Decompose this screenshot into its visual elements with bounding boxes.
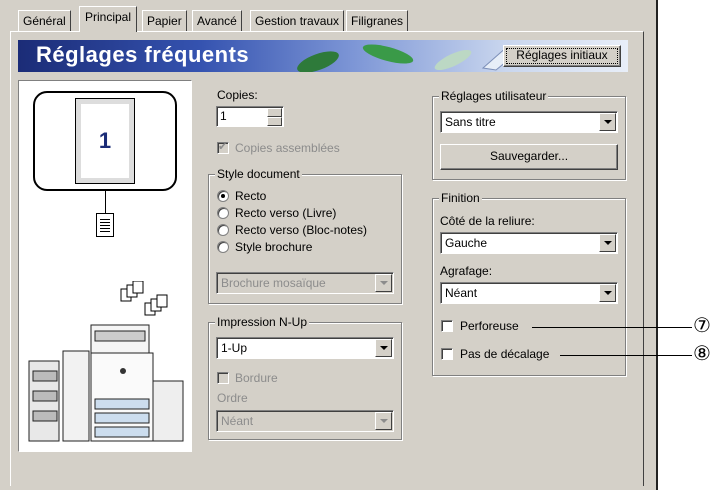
nup-select[interactable]: 1-Up — [216, 337, 394, 359]
tab-general[interactable]: Général — [18, 10, 71, 31]
save-settings-button[interactable]: Sauvegarder... — [440, 144, 618, 170]
tab-papier[interactable]: Papier — [142, 10, 187, 31]
banner-title: Réglages fréquents — [36, 42, 250, 67]
page-preview: 1 — [33, 91, 177, 191]
staple-select[interactable]: Néant — [440, 282, 618, 304]
banner-decoration — [297, 44, 519, 72]
tab-avance[interactable]: Avancé — [192, 10, 242, 31]
order-dropdown-icon[interactable] — [375, 412, 392, 430]
offset-label[interactable]: Pas de décalage — [460, 347, 549, 361]
document-style-title: Style document — [215, 167, 302, 181]
brochure-dropdown-icon[interactable] — [375, 274, 392, 292]
border-label: Bordure — [235, 371, 278, 385]
callout-7: ⑦ — [693, 315, 711, 337]
collate-label: Copies assemblées — [235, 141, 340, 155]
printer-properties-dialog: Général Principal Papier Avancé Gestion … — [0, 0, 658, 490]
binding-dropdown-icon[interactable] — [599, 234, 616, 252]
connector-line — [105, 191, 106, 213]
nup-title: Impression N-Up — [215, 315, 310, 329]
radio-recto-label[interactable]: Recto — [235, 189, 266, 203]
finishing-title: Finition — [439, 191, 482, 205]
tab-filigranes[interactable]: Filigranes — [346, 10, 409, 31]
callout-8: ⑧ — [693, 343, 711, 365]
user-settings-value: Sans titre — [445, 115, 496, 129]
staple-label: Agrafage: — [440, 264, 493, 278]
copies-stepper[interactable] — [267, 108, 282, 126]
order-select[interactable]: Néant — [216, 410, 394, 432]
border-checkbox[interactable] — [217, 372, 229, 384]
reset-defaults-button[interactable]: Réglages initiaux — [503, 45, 621, 67]
tab-gestion-travaux[interactable]: Gestion travaux — [250, 10, 345, 31]
radio-recto-verso-bloc-notes[interactable] — [217, 224, 229, 236]
order-label: Ordre — [217, 391, 248, 405]
nup-dropdown-icon[interactable] — [375, 339, 392, 357]
copies-input[interactable]: 1 — [216, 106, 284, 127]
staple-dropdown-icon[interactable] — [599, 284, 616, 302]
user-settings-dropdown-icon[interactable] — [599, 113, 616, 131]
stepper-down-icon[interactable] — [267, 117, 282, 126]
collate-checkbox[interactable] — [217, 140, 229, 154]
radio-recto-verso-livre-label[interactable]: Recto verso (Livre) — [235, 206, 336, 220]
radio-recto[interactable] — [217, 190, 229, 202]
user-settings-title: Réglages utilisateur — [439, 89, 549, 103]
stacked-copies-icon — [120, 281, 168, 316]
page-number: 1 — [98, 128, 112, 153]
binding-select[interactable]: Gauche — [440, 232, 618, 254]
document-icon — [96, 213, 114, 237]
preview-panel: 1 — [18, 80, 192, 452]
page-sheet: 1 — [75, 98, 135, 184]
radio-recto-verso-livre[interactable] — [217, 207, 229, 219]
brochure-select[interactable]: Brochure mosaïque — [216, 272, 394, 294]
callout-line-7 — [532, 327, 692, 328]
brochure-select-value: Brochure mosaïque — [221, 276, 326, 290]
stepper-up-icon[interactable] — [267, 108, 282, 117]
page-sheet-inner: 1 — [81, 104, 129, 178]
radio-style-brochure-label[interactable]: Style brochure — [235, 240, 312, 254]
binding-label: Côté de la reliure: — [440, 214, 535, 228]
punch-label[interactable]: Perforeuse — [460, 319, 519, 333]
callout-line-8 — [560, 355, 692, 356]
user-settings-select[interactable]: Sans titre — [440, 111, 618, 133]
copies-label: Copies: — [217, 88, 258, 102]
tab-principal[interactable]: Principal — [79, 6, 138, 32]
radio-recto-verso-bloc-notes-label[interactable]: Recto verso (Bloc-notes) — [235, 223, 367, 237]
punch-checkbox[interactable] — [441, 320, 453, 332]
printer-illustration-icon — [28, 324, 184, 442]
binding-select-value: Gauche — [445, 236, 488, 250]
radio-style-brochure[interactable] — [217, 241, 229, 253]
copies-value: 1 — [220, 109, 227, 123]
order-select-value: Néant — [221, 414, 254, 428]
staple-select-value: Néant — [445, 286, 478, 300]
offset-checkbox[interactable] — [441, 348, 453, 360]
nup-select-value: 1-Up — [221, 341, 248, 355]
